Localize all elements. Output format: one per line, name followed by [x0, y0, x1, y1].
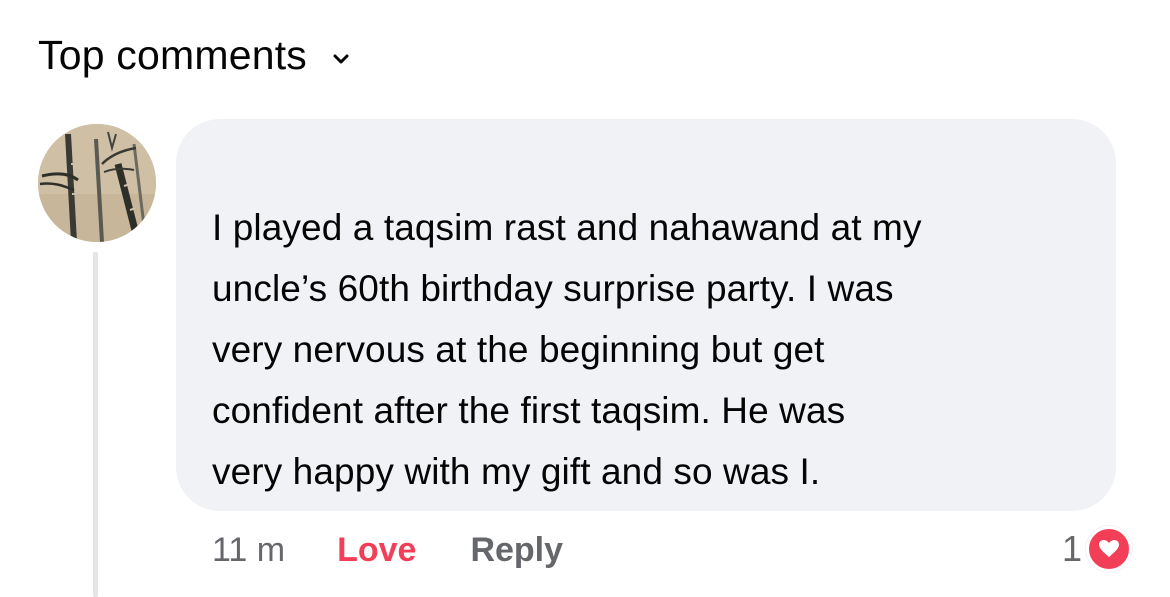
comment-actions: 11 m Love Reply	[212, 528, 563, 572]
bamboo-painting-icon	[38, 124, 156, 242]
reply-button[interactable]: Reply	[470, 531, 563, 570]
comment-timestamp[interactable]: 11 m	[212, 531, 285, 570]
avatar[interactable]	[38, 124, 156, 242]
comment-bubble: I played a taqsim rast and nahawand at m…	[176, 119, 1116, 511]
reaction-count: 1	[1062, 528, 1083, 569]
love-button[interactable]: Love	[337, 531, 416, 570]
sort-label: Top comments	[38, 32, 308, 78]
comment-text: I played a taqsim rast and nahawand at m…	[212, 207, 922, 492]
chevron-down-icon	[333, 52, 349, 64]
comments-section: Top comments I played a taqsim rast and …	[0, 0, 1170, 597]
heart-icon	[1086, 526, 1133, 572]
reply-thread-line	[93, 252, 98, 597]
reaction-summary[interactable]: 1	[1062, 526, 1133, 572]
comment-sort-dropdown[interactable]: Top comments	[38, 28, 349, 82]
